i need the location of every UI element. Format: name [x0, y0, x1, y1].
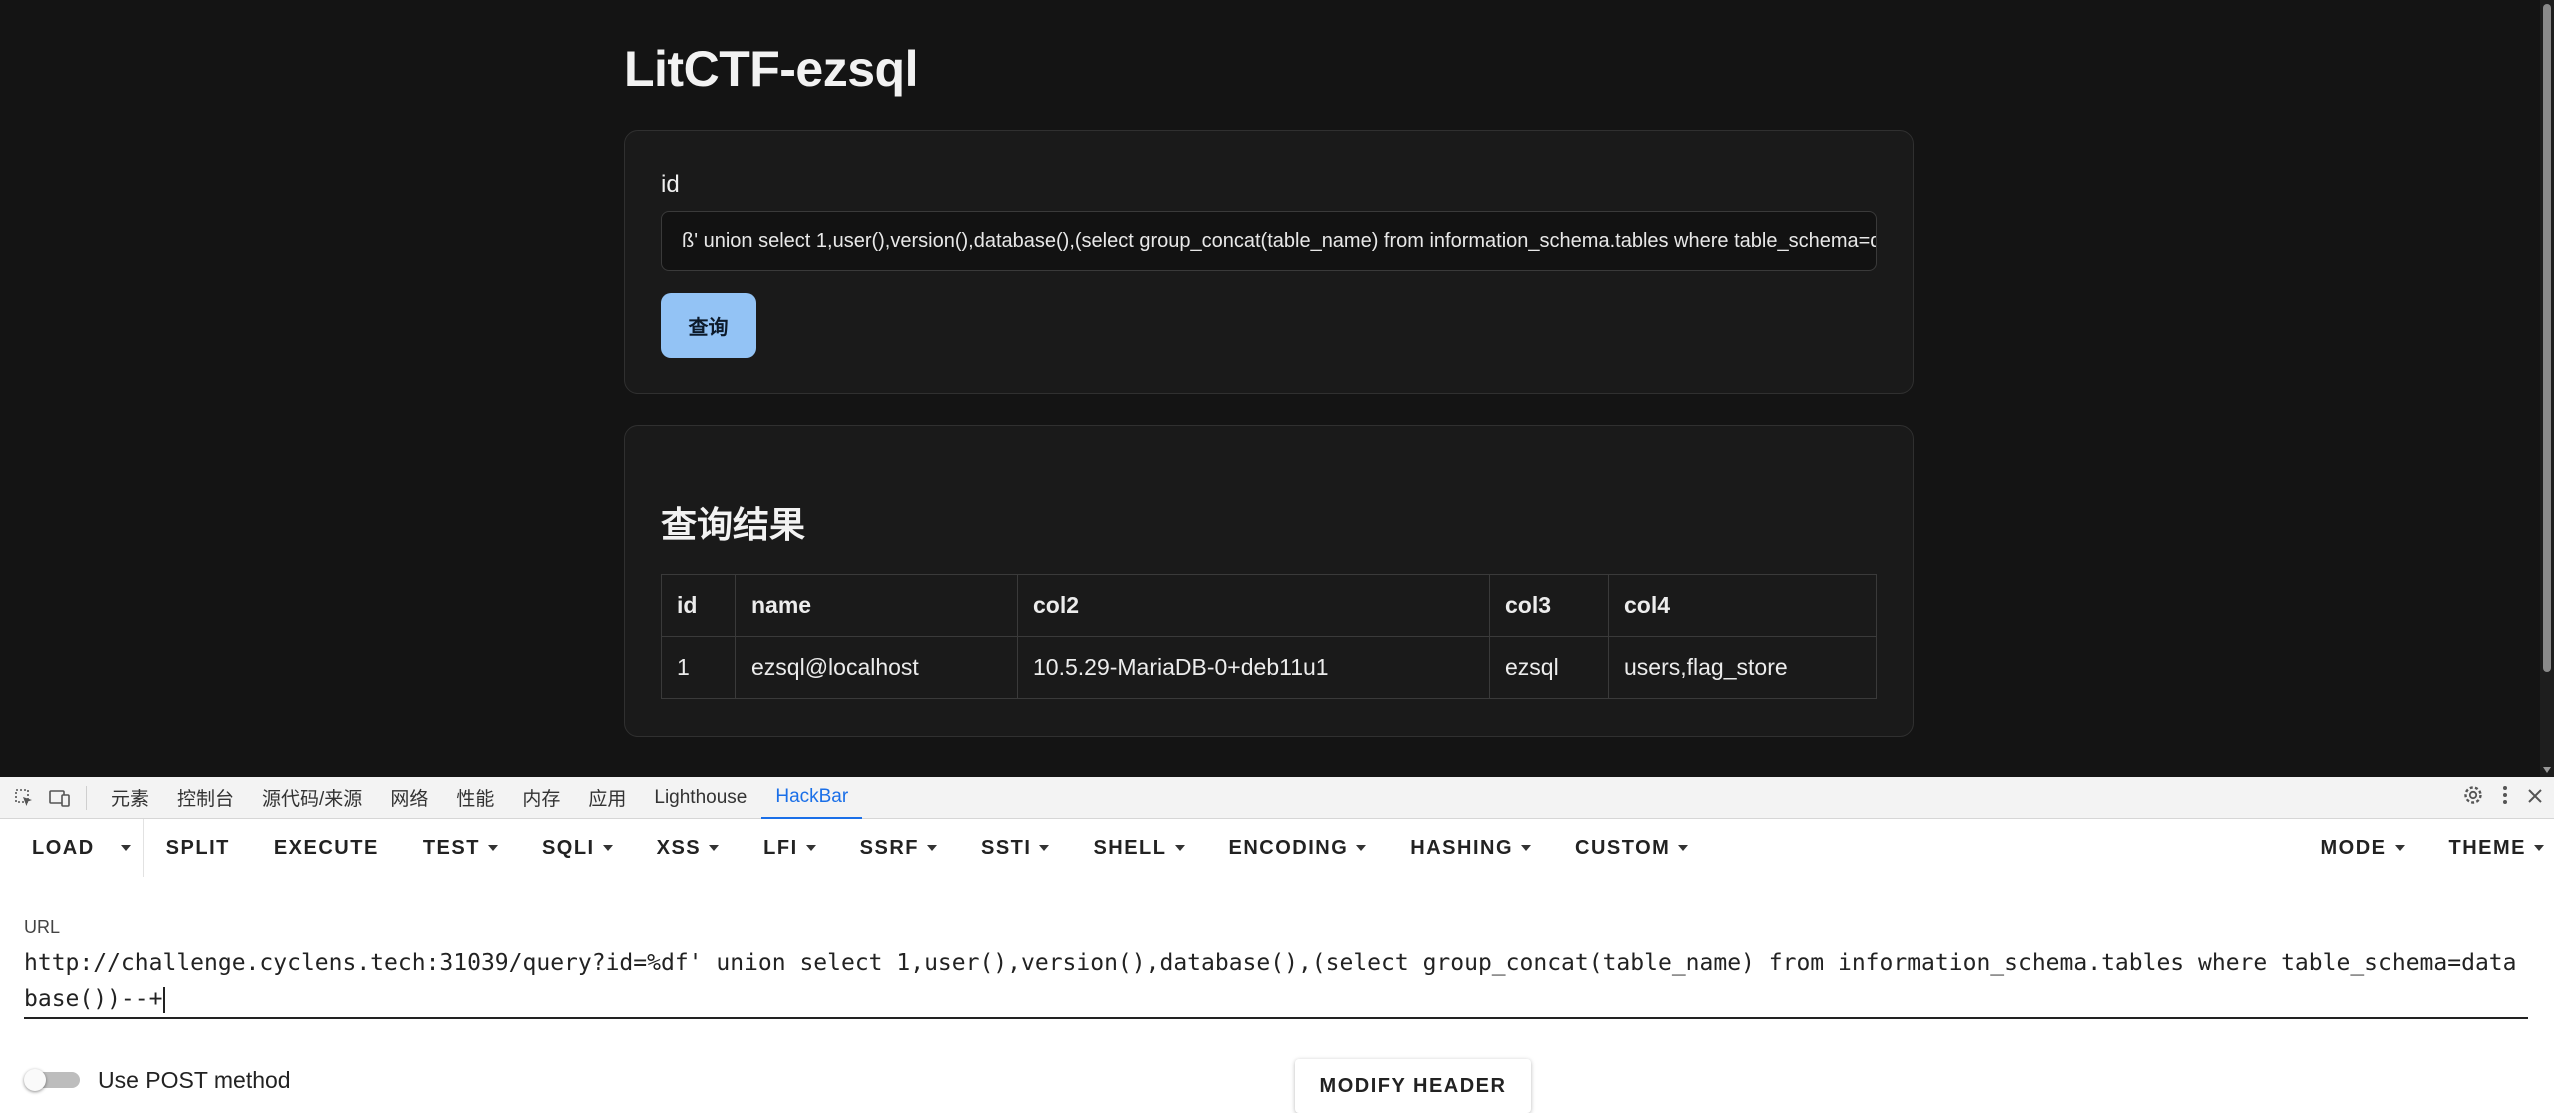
tab-console[interactable]: 控制台 — [163, 777, 248, 819]
query-button[interactable]: 查询 — [661, 293, 756, 358]
devtools-panel: 元素 控制台 源代码/来源 网络 性能 内存 应用 Lighthouse Hac… — [0, 777, 2554, 1113]
chevron-down-icon — [1174, 845, 1185, 851]
chevron-down-icon — [1356, 845, 1367, 851]
lfi-menu[interactable]: LFI — [741, 819, 838, 877]
more-options-icon[interactable] — [2502, 784, 2508, 812]
test-menu-label: TEST — [422, 836, 480, 859]
hashing-menu[interactable]: HASHING — [1388, 819, 1553, 877]
chevron-down-icon — [1678, 845, 1689, 851]
chevron-down-icon — [2534, 845, 2544, 851]
close-icon[interactable] — [2526, 785, 2544, 811]
ssti-menu[interactable]: SSTI — [959, 819, 1071, 877]
toggle-knob — [24, 1069, 46, 1091]
page-viewport: LitCTF-ezsql id ß' union select 1,user()… — [0, 0, 2540, 777]
devtools-actions — [2462, 777, 2544, 819]
shell-menu-label: SHELL — [1093, 836, 1167, 859]
post-method-label: Use POST method — [98, 1067, 291, 1093]
post-method-toggle[interactable] — [24, 1069, 80, 1091]
text-cursor — [163, 986, 166, 1013]
cell-name: ezsql@localhost — [735, 636, 1018, 699]
cell-id: 1 — [661, 636, 736, 699]
ssrf-menu-label: SSRF — [859, 836, 919, 859]
chevron-down-icon — [2394, 845, 2405, 851]
url-label: URL — [24, 917, 61, 937]
tab-application[interactable]: 应用 — [574, 777, 640, 819]
tabbar-divider — [86, 785, 87, 810]
id-input[interactable]: ß' union select 1,user(),version(),datab… — [661, 211, 1877, 271]
page-scrollbar[interactable] — [2540, 0, 2554, 777]
column-header-col2: col2 — [1017, 574, 1490, 637]
tab-hackbar[interactable]: HackBar — [761, 777, 863, 819]
tab-elements[interactable]: 元素 — [97, 777, 163, 819]
chevron-down-icon — [120, 845, 131, 851]
load-dropdown-button[interactable] — [109, 819, 144, 877]
settings-icon[interactable] — [2462, 784, 2484, 812]
cell-col2: 10.5.29-MariaDB-0+deb11u1 — [1017, 636, 1490, 699]
lfi-menu-label: LFI — [763, 836, 798, 859]
results-title: 查询结果 — [661, 504, 806, 545]
inspect-element-icon[interactable] — [12, 786, 36, 810]
modify-header-button[interactable]: MODIFY HEADER — [1295, 1059, 1531, 1113]
chevron-down-icon — [1521, 845, 1532, 851]
split-button[interactable]: SPLIT — [144, 819, 252, 877]
column-header-col4: col4 — [1608, 574, 1877, 637]
mode-menu-label: MODE — [2320, 836, 2387, 859]
shell-menu[interactable]: SHELL — [1071, 819, 1206, 877]
query-form-card: id ß' union select 1,user(),version(),da… — [624, 130, 1914, 394]
chevron-down-icon — [602, 845, 613, 851]
id-field-label: id — [661, 171, 680, 198]
ssrf-menu[interactable]: SSRF — [838, 819, 959, 877]
url-text: http://challenge.cyclens.tech:31039/quer… — [24, 950, 2517, 1012]
xss-menu-label: XSS — [656, 836, 702, 859]
cell-col4: users,flag_store — [1608, 636, 1877, 699]
column-header-name: name — [735, 574, 1018, 637]
table-row: 1 ezsql@localhost 10.5.29-MariaDB-0+deb1… — [661, 636, 1877, 699]
load-button[interactable]: LOAD — [0, 819, 109, 877]
hashing-menu-label: HASHING — [1410, 836, 1514, 859]
theme-menu-label: THEME — [2448, 836, 2526, 859]
theme-menu[interactable]: THEME — [2427, 819, 2554, 877]
device-toolbar-icon[interactable] — [48, 786, 72, 810]
page-title: LitCTF-ezsql — [624, 41, 918, 97]
sqli-menu[interactable]: SQLI — [520, 819, 635, 877]
ssti-menu-label: SSTI — [980, 836, 1032, 859]
chevron-down-icon — [709, 845, 720, 851]
encoding-menu[interactable]: ENCODING — [1207, 819, 1389, 877]
xss-menu[interactable]: XSS — [635, 819, 742, 877]
custom-menu[interactable]: CUSTOM — [1553, 819, 1710, 877]
devtools-tabbar: 元素 控制台 源代码/来源 网络 性能 内存 应用 Lighthouse Hac… — [0, 777, 2554, 819]
chevron-down-icon — [805, 845, 816, 851]
custom-menu-label: CUSTOM — [1575, 836, 1671, 859]
scroll-down-arrow-icon[interactable] — [2543, 767, 2551, 773]
mode-menu[interactable]: MODE — [2299, 819, 2427, 877]
hackbar-toolbar: LOAD SPLIT EXECUTE TEST SQLI XSS LFI SSR… — [0, 819, 2554, 877]
cell-col3: ezsql — [1489, 636, 1609, 699]
tab-sources[interactable]: 源代码/来源 — [248, 777, 376, 819]
url-textarea[interactable]: http://challenge.cyclens.tech:31039/quer… — [24, 945, 2528, 1019]
encoding-menu-label: ENCODING — [1228, 836, 1349, 859]
tab-performance[interactable]: 性能 — [442, 777, 508, 819]
column-header-col3: col3 — [1489, 574, 1609, 637]
tab-memory[interactable]: 内存 — [508, 777, 574, 819]
scrollbar-thumb[interactable] — [2543, 4, 2551, 672]
tab-network[interactable]: 网络 — [376, 777, 442, 819]
chevron-down-icon — [926, 845, 937, 851]
execute-button[interactable]: EXECUTE — [252, 819, 401, 877]
test-menu[interactable]: TEST — [401, 819, 520, 877]
results-table: id name col2 col3 col4 1 ezsql@localhost… — [661, 574, 1877, 699]
column-header-id: id — [661, 574, 736, 637]
table-header-row: id name col2 col3 col4 — [661, 574, 1877, 637]
tab-lighthouse[interactable]: Lighthouse — [640, 777, 761, 819]
chevron-down-icon — [487, 845, 498, 851]
sqli-menu-label: SQLI — [541, 836, 595, 859]
chevron-down-icon — [1039, 845, 1050, 851]
results-card: 查询结果 id name col2 col3 col4 1 ezsql@loca… — [624, 425, 1914, 737]
